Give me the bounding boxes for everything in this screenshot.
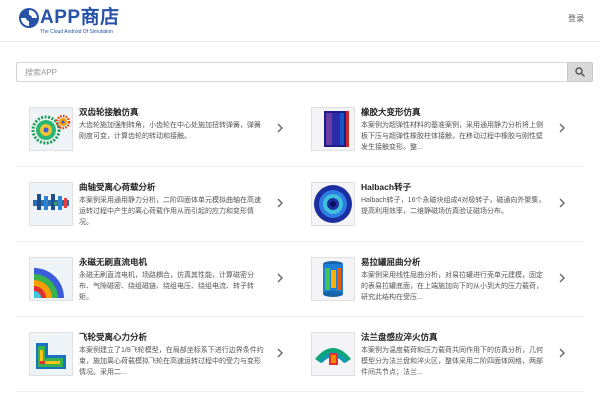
halbach-rotor-thumbnail — [311, 182, 355, 226]
chevron-right-icon — [277, 198, 283, 208]
app-description: 大齿轮施加强制转角，小齿轮在中心处施加扭转弹簧，弹簧刚度可变，计算齿轮的转动和接… — [79, 122, 261, 140]
chevron-right-icon — [559, 123, 565, 133]
search-bar — [16, 62, 593, 82]
crankshaft-thumbnail — [29, 182, 73, 226]
flywheel-thumbnail — [29, 332, 73, 376]
app-card-link[interactable]: 橡胶大变形仿真 本案例为超弹性材料的基准案例，采用通用静力分析将上侧板下压与超弹… — [311, 106, 569, 170]
app-title: 曲轴受离心荷载分析 — [79, 182, 156, 192]
app-card-link[interactable]: 飞轮受离心力分析 本案例建立了1/8飞轮模型，在局部坐标系下进行边界条件约束，施… — [29, 331, 287, 395]
chevron-right-icon — [559, 348, 565, 358]
chevron-right-icon — [277, 273, 283, 283]
app-description: Halbach转子，16个永磁块组成4对极转子，磁通向外聚集，提高利用效率，二维… — [361, 197, 546, 215]
app-card-can-buckling: 易拉罐屈曲分析 本案例采用线性屈曲分析，对易拉罐进行壳单元建模，固定的表易拉罐底… — [311, 256, 569, 320]
login-link[interactable]: 登录 — [568, 13, 584, 24]
chevron-right-icon — [277, 123, 283, 133]
app-description: 本案例建立了1/8飞轮模型，在局部坐标系下进行边界条件约束，施加离心荷载模拟飞轮… — [79, 347, 264, 376]
app-title: 法兰盘感应淬火仿真 — [361, 332, 438, 342]
chevron-right-icon — [277, 348, 283, 358]
app-title: 飞轮受离心力分析 — [79, 332, 148, 342]
bldc-motor-thumbnail — [29, 257, 73, 301]
search-button[interactable] — [567, 62, 593, 82]
app-title: 永磁无刷直流电机 — [79, 257, 148, 267]
app-card-link[interactable]: 永磁无刷直流电机 永磁无刷直流电机，场路耦合，仿真其性能，计算磁密分布、气隙磁密… — [29, 256, 287, 320]
flange-quench-thumbnail — [311, 332, 355, 376]
app-title: 橡胶大变形仿真 — [361, 107, 421, 117]
can-buckling-thumbnail — [311, 257, 355, 301]
app-card-crankshaft: 曲轴受离心荷载分析 本案例采用通用静力分析，二阶四面体单元模拟曲轴在高速运转过程… — [29, 181, 287, 245]
logo-swirl-icon — [19, 8, 39, 28]
app-store-logo[interactable]: APP商店 The Cloud Android Of Simulation — [18, 6, 138, 36]
top-header: APP商店 The Cloud Android Of Simulation 登录 — [0, 0, 600, 42]
app-description: 本案例采用通用静力分析，二阶四面体单元模拟曲轴在高速运转过程中产生的离心荷载作用… — [79, 197, 261, 226]
app-card-link[interactable]: 曲轴受离心荷载分析 本案例采用通用静力分析，二阶四面体单元模拟曲轴在高速运转过程… — [29, 181, 287, 245]
app-title: Halbach转子 — [361, 182, 412, 192]
app-description: 永磁无刷直流电机，场路耦合，仿真其性能，计算磁密分布、气隙磁密、绕组磁链、绕组电… — [79, 272, 254, 301]
search-icon — [575, 67, 585, 77]
chevron-right-icon — [559, 198, 565, 208]
app-card-link[interactable]: 双齿轮接触仿真 大齿轮施加强制转角，小齿轮在中心处施加扭转弹簧，弹簧刚度可变，计… — [29, 106, 287, 170]
app-card-bldc-motor: 永磁无刷直流电机 永磁无刷直流电机，场路耦合，仿真其性能，计算磁密分布、气隙磁密… — [29, 256, 287, 320]
logo-subtitle: The Cloud Android Of Simulation — [40, 29, 113, 35]
app-description: 本案例采用线性屈曲分析，对易拉罐进行壳单元建模，固定的表易拉罐底面，在上端施加向… — [361, 272, 543, 301]
search-input[interactable] — [16, 62, 567, 82]
app-title: 双齿轮接触仿真 — [79, 107, 139, 117]
app-card-halbach-rotor: Halbach转子 Halbach转子，16个永磁块组成4对极转子，磁通向外聚集… — [311, 181, 569, 245]
app-card-flange-quench: 法兰盘感应淬火仿真 本案例为温度载荷和压力载荷共同作用下的仿真分析，几何模型分为… — [311, 331, 569, 395]
app-description: 本案例为温度载荷和压力载荷共同作用下的仿真分析，几何模型分为法兰盘和淬火区，整体… — [361, 347, 543, 376]
app-card-gear-contact: 双齿轮接触仿真 大齿轮施加强制转角，小齿轮在中心处施加扭转弹簧，弹簧刚度可变，计… — [29, 106, 287, 170]
chevron-right-icon — [559, 273, 565, 283]
logo-title: APP商店 — [40, 7, 120, 28]
app-card-flywheel: 飞轮受离心力分析 本案例建立了1/8飞轮模型，在局部坐标系下进行边界条件约束，施… — [29, 331, 287, 395]
app-card-link[interactable]: Halbach转子 Halbach转子，16个永磁块组成4对极转子，磁通向外聚集… — [311, 181, 569, 245]
app-title: 易拉罐屈曲分析 — [361, 257, 421, 267]
app-description: 本案例为超弹性材料的基准案例，采用通用静力分析将上侧板下压与超弹性橡胶柱体接触，… — [361, 122, 543, 151]
rubber-deformation-thumbnail — [311, 107, 355, 151]
app-card-link[interactable]: 法兰盘感应淬火仿真 本案例为温度载荷和压力载荷共同作用下的仿真分析，几何模型分为… — [311, 331, 569, 395]
gear-pair-thumbnail — [29, 107, 73, 151]
app-card-link[interactable]: 易拉罐屈曲分析 本案例采用线性屈曲分析，对易拉罐进行壳单元建模，固定的表易拉罐底… — [311, 256, 569, 320]
app-card-rubber-deformation: 橡胶大变形仿真 本案例为超弹性材料的基准案例，采用通用静力分析将上侧板下压与超弹… — [311, 106, 569, 170]
